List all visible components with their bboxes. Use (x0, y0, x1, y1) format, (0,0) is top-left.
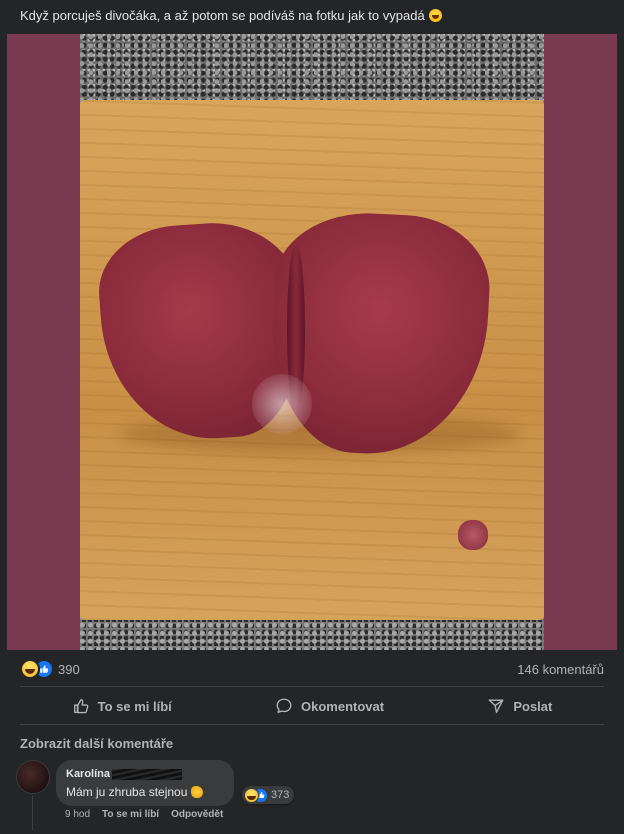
comment-text-body: Mám ju zhruba stejnou (66, 785, 188, 799)
meat-scrap (458, 520, 488, 550)
comment-button-label: Okomentovat (301, 698, 385, 714)
like-button-label: To se mi líbí (97, 698, 172, 714)
haha-reaction-icon (20, 659, 40, 679)
share-button-label: Poslat (513, 698, 553, 714)
post-caption: Když porcuješ divočáka, a až potom se po… (20, 8, 442, 23)
reaction-icons (20, 659, 54, 679)
reaction-summary[interactable]: 390 (20, 659, 80, 679)
send-icon (488, 699, 504, 713)
facebook-post: Když porcuješ divočáka, a až potom se po… (0, 0, 624, 834)
comment-bubble: Karolína Mám ju zhruba stejnou (56, 760, 234, 806)
comment-bubble-icon (276, 698, 292, 713)
comment-author-name: Karolína (66, 768, 111, 780)
comments-count[interactable]: 146 komentářů (517, 662, 604, 677)
post-caption-text: Když porcuješ divočáka, a až potom se po… (20, 8, 425, 23)
haha-reaction-icon (244, 787, 259, 803)
post-photo[interactable] (7, 34, 617, 650)
clapping-hands-emoji-icon (191, 786, 204, 798)
share-button[interactable]: Poslat (487, 697, 552, 715)
post-actions: To se mi líbí Okomentovat Poslat (20, 689, 604, 723)
comment-reaction-count: 373 (271, 789, 290, 801)
meat-cut (94, 208, 494, 474)
comment-button[interactable]: Okomentovat (275, 697, 384, 715)
comment-reply-link[interactable]: Odpovědět (171, 809, 223, 820)
reaction-count: 390 (58, 661, 80, 677)
redaction-scribble (112, 768, 183, 780)
comment-like-link[interactable]: To se mi líbí (102, 809, 159, 820)
grinning-emoji-icon (428, 9, 442, 22)
comment-item: Karolína Mám ju zhruba stejnou 373 9 hod… (16, 760, 606, 820)
comment-time[interactable]: 9 hod (65, 809, 90, 820)
post-stats: 390 146 komentářů (20, 659, 604, 679)
comment-reactions[interactable]: 373 (242, 786, 295, 804)
comment-author[interactable]: Karolína (66, 768, 183, 780)
meat-fat (252, 374, 312, 434)
thumbs-up-icon (40, 665, 49, 673)
view-more-comments-link[interactable]: Zobrazit další komentáře (20, 736, 173, 751)
thumbs-up-outline-icon (73, 699, 89, 714)
divider (20, 686, 604, 687)
meat-photo (80, 34, 544, 650)
thread-line (32, 796, 33, 830)
comment-text: Mám ju zhruba stejnou (66, 785, 204, 799)
divider (20, 724, 604, 725)
comment-meta: 9 hod To se mi líbí Odpovědět (65, 809, 223, 820)
avatar[interactable] (16, 760, 50, 794)
like-button[interactable]: To se mi líbí (72, 697, 172, 715)
